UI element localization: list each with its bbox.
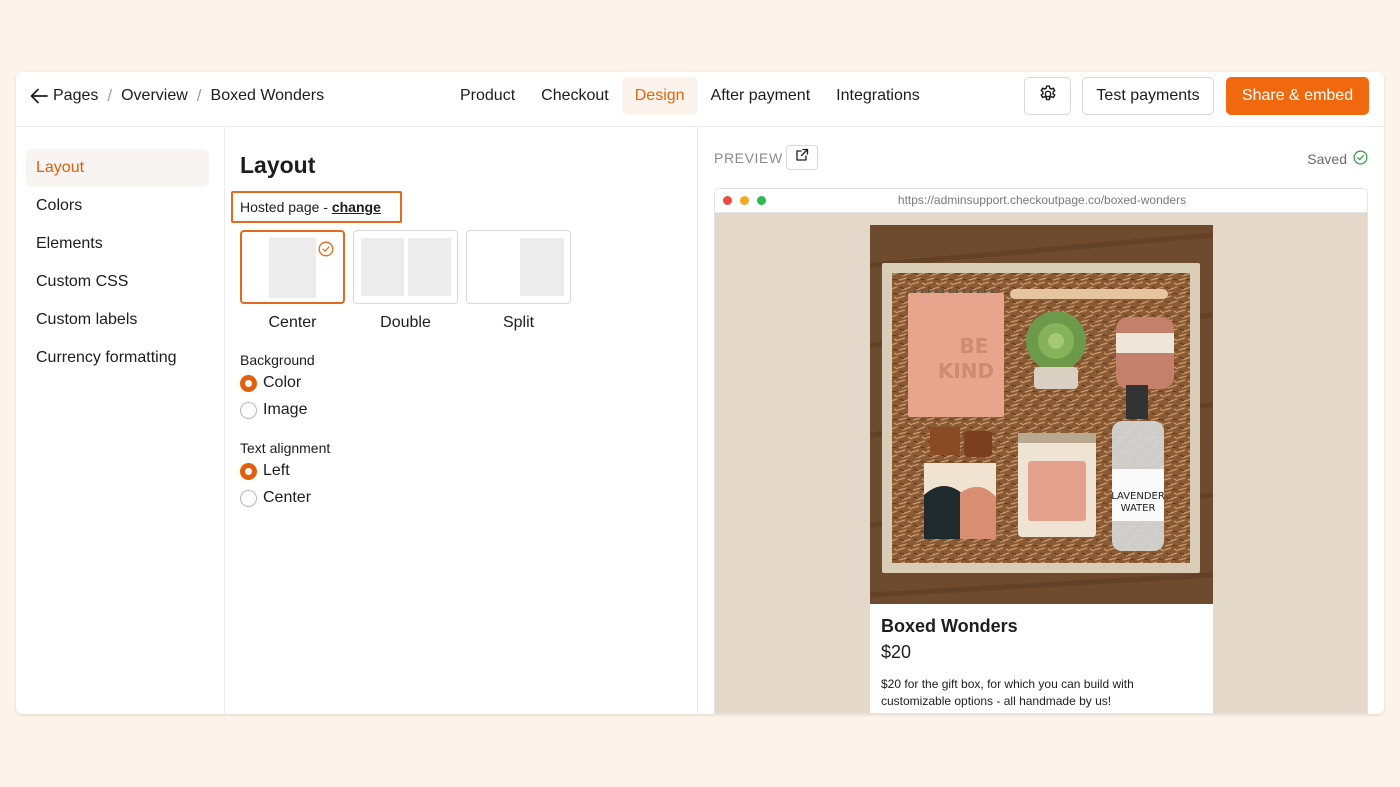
share-embed-button[interactable]: Share & embed <box>1226 77 1369 115</box>
preview-browser-frame: https://adminsupport.checkoutpage.co/box… <box>714 188 1368 714</box>
design-sidebar: Layout Colors Elements Custom CSS Custom… <box>16 127 225 714</box>
radio-button[interactable] <box>240 401 257 419</box>
change-link[interactable]: change <box>332 199 381 215</box>
preview-page: BE KIND LAVENDER WATER Boxed Wonders $20… <box>715 213 1367 713</box>
sidebar-item-elements[interactable]: Elements <box>26 225 209 263</box>
layout-panel: Layout Hosted page - change Center Doubl… <box>225 127 698 714</box>
breadcrumb-separator: / <box>196 86 202 105</box>
product-description: $20 for the gift box, for which you can … <box>881 677 1134 708</box>
tab-checkout[interactable]: Checkout <box>528 77 622 115</box>
layout-option-label: Double <box>380 314 431 331</box>
radio-label: Left <box>263 462 290 479</box>
text-align-left-radio[interactable]: Left <box>240 461 290 481</box>
breadcrumb-overview[interactable]: Overview <box>121 87 188 105</box>
breadcrumb: Pages / Overview / Boxed Wonders <box>28 85 324 107</box>
background-color-radio[interactable]: Color <box>240 373 301 393</box>
open-external-button[interactable] <box>786 145 818 170</box>
layout-thumb-block <box>408 238 451 296</box>
preview-url: https://adminsupport.checkoutpage.co/box… <box>897 193 1187 207</box>
text-align-center-radio[interactable]: Center <box>240 488 311 508</box>
layout-option-double[interactable] <box>353 230 458 304</box>
tab-integrations[interactable]: Integrations <box>823 77 933 115</box>
layout-thumb-block <box>269 238 316 298</box>
spray-label: LAVENDER <box>1111 491 1165 502</box>
checkmark-circle-icon <box>318 241 334 257</box>
hosted-page-notice: Hosted page - change <box>231 191 402 223</box>
layout-option-label: Split <box>502 314 535 331</box>
sidebar-item-custom-labels[interactable]: Custom labels <box>26 301 209 339</box>
background-label: Background <box>240 352 315 368</box>
radio-button[interactable] <box>240 489 257 507</box>
back-arrow-icon[interactable] <box>28 85 50 107</box>
tab-product[interactable]: Product <box>447 77 528 115</box>
save-status-label: Saved <box>1307 151 1347 167</box>
settings-button[interactable] <box>1024 77 1071 115</box>
tab-design[interactable]: Design <box>621 77 698 115</box>
product-image: BE KIND LAVENDER WATER <box>870 225 1213 604</box>
preview-title: PREVIEW <box>714 150 783 166</box>
radio-button[interactable] <box>240 462 257 480</box>
hosted-page-label: Hosted page - <box>240 199 332 215</box>
product-name: Boxed Wonders <box>881 616 1018 636</box>
sidebar-item-colors[interactable]: Colors <box>26 187 209 225</box>
tab-after-payment[interactable]: After payment <box>698 77 824 115</box>
radio-label: Image <box>263 401 308 418</box>
background-image-radio[interactable]: Image <box>240 400 307 420</box>
radio-label: Color <box>263 374 302 391</box>
layout-thumb-block <box>520 238 564 296</box>
save-status: Saved <box>1307 150 1368 168</box>
breadcrumb-separator: / <box>107 86 113 105</box>
main-tabs: Product Checkout Design After payment In… <box>447 77 933 115</box>
notebook-text: BE <box>960 334 989 358</box>
spray-label: WATER <box>1121 503 1156 514</box>
top-bar: Pages / Overview / Boxed Wonders Product… <box>16 72 1384 127</box>
radio-button[interactable] <box>240 374 257 392</box>
panel-title: Layout <box>240 152 316 178</box>
external-link-icon <box>795 148 809 167</box>
sidebar-item-layout[interactable]: Layout <box>26 149 209 187</box>
layout-thumb-block <box>361 238 404 296</box>
product-card: BE KIND LAVENDER WATER Boxed Wonders $20… <box>870 225 1213 713</box>
sidebar-item-currency-formatting[interactable]: Currency formatting <box>26 339 209 377</box>
layout-option-center[interactable] <box>240 230 345 304</box>
radio-label: Center <box>263 489 312 506</box>
browser-bar: https://adminsupport.checkoutpage.co/box… <box>715 189 1367 213</box>
preview-panel: PREVIEW Saved https://adminsupport.check… <box>698 127 1384 714</box>
check-circle-icon <box>1347 150 1368 168</box>
product-price: $20 <box>881 642 912 662</box>
gear-icon <box>1038 84 1058 109</box>
sidebar-item-custom-css[interactable]: Custom CSS <box>26 263 209 301</box>
breadcrumb-pages[interactable]: Pages <box>53 87 98 105</box>
breadcrumb-current: Boxed Wonders <box>210 87 325 104</box>
test-payments-button[interactable]: Test payments <box>1082 77 1214 115</box>
text-alignment-label: Text alignment <box>240 440 331 456</box>
layout-option-label: Center <box>268 314 317 331</box>
layout-option-split[interactable] <box>466 230 571 304</box>
notebook-text: KIND <box>938 359 994 383</box>
app-window: Pages / Overview / Boxed Wonders Product… <box>16 72 1384 714</box>
